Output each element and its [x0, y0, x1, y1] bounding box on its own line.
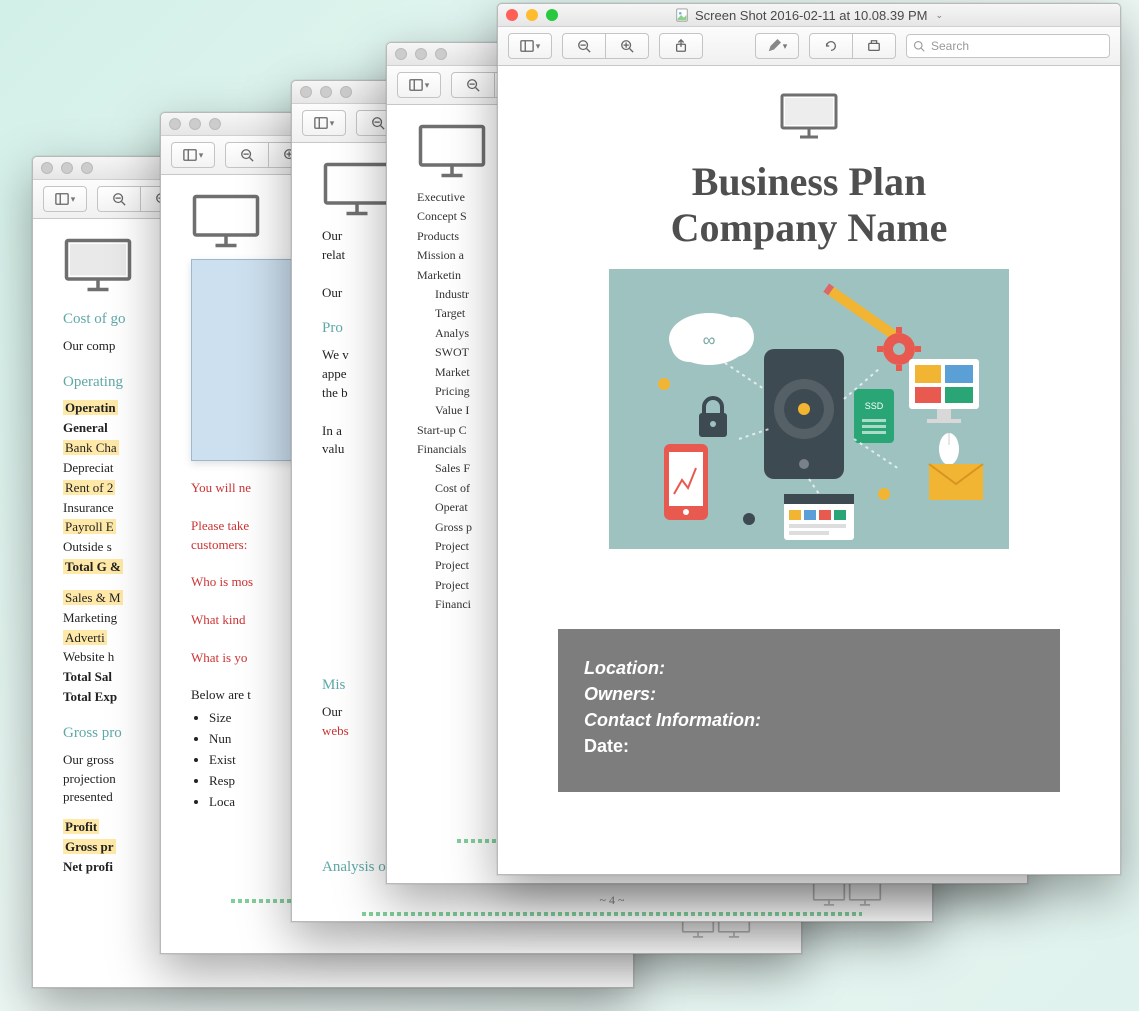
info-label-location: Location:	[584, 658, 1034, 679]
image-file-icon	[675, 8, 689, 22]
search-input[interactable]: Search	[906, 34, 1110, 58]
info-label-owners: Owners:	[584, 684, 1034, 705]
monitor-icon	[417, 123, 487, 179]
sidebar-toggle-button[interactable]: ▾	[302, 110, 346, 136]
table-row: Gross pr	[65, 839, 114, 854]
close-button[interactable]	[506, 9, 518, 21]
zoom-out-button[interactable]	[562, 33, 606, 59]
info-label-contact: Contact Information:	[584, 710, 1034, 731]
svg-text:∞: ∞	[703, 330, 716, 350]
rotate-button[interactable]	[809, 33, 853, 59]
zoom-out-button[interactable]	[97, 186, 141, 212]
table-row: Total Exp	[63, 689, 117, 704]
sidebar-toggle-button[interactable]: ▾	[171, 142, 215, 168]
svg-text:SSD: SSD	[865, 401, 884, 411]
table-row: Payroll E	[63, 519, 116, 534]
toolbar: ▾ ▾ Search	[498, 27, 1120, 66]
table-row: Adverti	[63, 630, 107, 645]
table-row: Total G &	[65, 559, 121, 574]
table-row: Bank Cha	[63, 440, 119, 455]
table-row: Profit	[65, 819, 97, 834]
table-row: Rent of 2	[63, 480, 115, 495]
table-row: Net profi	[63, 859, 113, 874]
chevron-down-icon: ⌄	[935, 10, 943, 21]
zoom-in-button[interactable]	[606, 33, 649, 59]
window-title: Screen Shot 2016-02-11 at 10.08.39 PM⌄	[498, 8, 1120, 23]
minimize-button[interactable]	[526, 9, 538, 21]
sidebar-toggle-button[interactable]: ▾	[43, 186, 87, 212]
table-row: Operatin	[65, 400, 116, 415]
annotate-button[interactable]	[853, 33, 896, 59]
chevron-down-icon: ▾	[71, 194, 76, 205]
body-text: Our	[322, 704, 342, 719]
traffic-lights[interactable]	[300, 86, 352, 98]
sidebar-toggle-button[interactable]: ▾	[397, 72, 441, 98]
search-placeholder: Search	[931, 39, 969, 53]
cover-illustration: ∞	[609, 269, 1009, 549]
table-row: General	[63, 420, 108, 435]
share-button[interactable]	[659, 33, 703, 59]
info-panel: Location: Owners: Contact Information: D…	[558, 629, 1060, 792]
markup-button[interactable]: ▾	[755, 33, 799, 59]
monitor-icon	[191, 193, 261, 249]
zoom-out-button[interactable]	[451, 72, 495, 98]
logo-icon	[558, 92, 1060, 145]
cover-title: Business Plan Company Name	[558, 159, 1060, 251]
table-row: Sales & M	[63, 590, 123, 605]
fullscreen-button[interactable]	[546, 9, 558, 21]
info-label-date: Date:	[584, 736, 1034, 757]
preview-window-front[interactable]: Screen Shot 2016-02-11 at 10.08.39 PM⌄ ▾…	[497, 3, 1121, 875]
wavy-underline	[362, 912, 862, 916]
monitor-icon	[63, 237, 133, 293]
titlebar[interactable]: Screen Shot 2016-02-11 at 10.08.39 PM⌄	[498, 4, 1120, 27]
monitor-icon	[322, 161, 392, 217]
traffic-lights[interactable]	[506, 9, 558, 21]
traffic-lights[interactable]	[395, 48, 447, 60]
traffic-lights[interactable]	[169, 118, 221, 130]
table-row: Total Sal	[63, 669, 112, 684]
traffic-lights[interactable]	[41, 162, 93, 174]
search-icon	[913, 40, 925, 52]
zoom-out-button[interactable]	[225, 142, 269, 168]
sidebar-toggle-button[interactable]: ▾	[508, 33, 552, 59]
